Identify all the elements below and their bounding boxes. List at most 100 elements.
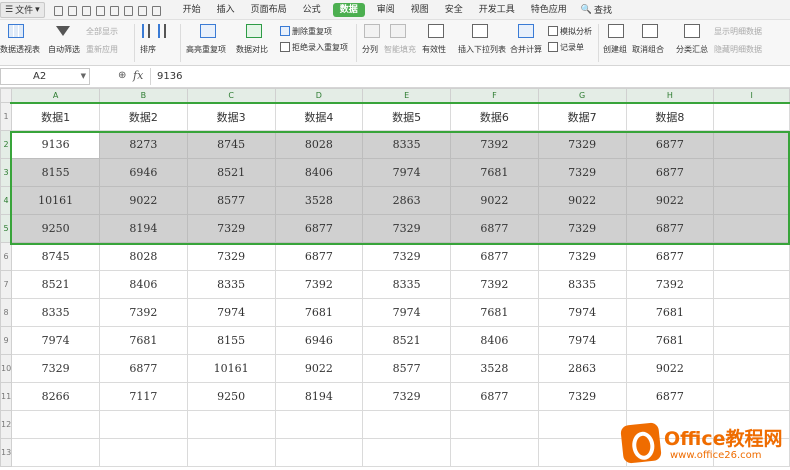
cell-A10[interactable]: 7329 <box>11 354 100 383</box>
cell-I9[interactable] <box>713 326 790 355</box>
column-header-C[interactable]: C <box>186 88 276 103</box>
cell-F13[interactable] <box>450 438 539 467</box>
function-icon[interactable]: fx <box>133 69 143 82</box>
tab-2[interactable]: 页面布局 <box>243 0 295 20</box>
split-column-button[interactable]: 分列 <box>362 44 378 55</box>
cell-E1[interactable]: 数据5 <box>362 102 451 131</box>
tab-6[interactable]: 视图 <box>403 0 437 20</box>
cell-I7[interactable] <box>713 270 790 299</box>
cell-C3[interactable]: 8521 <box>186 158 276 187</box>
cell-F9[interactable]: 8406 <box>450 326 539 355</box>
data-compare-button[interactable]: 数据对比 <box>236 44 268 55</box>
cell-G10[interactable]: 2863 <box>537 354 627 383</box>
cell-D10[interactable]: 9022 <box>274 354 364 383</box>
cell-I1[interactable] <box>713 102 790 131</box>
cell-F2[interactable]: 7392 <box>450 130 539 159</box>
cell-C9[interactable]: 8155 <box>186 326 276 355</box>
cell-F5[interactable]: 6877 <box>450 214 539 243</box>
cell-G4[interactable]: 9022 <box>537 186 627 215</box>
cell-D13[interactable] <box>274 438 364 467</box>
cell-D5[interactable]: 6877 <box>274 214 364 243</box>
cell-E9[interactable]: 8521 <box>362 326 451 355</box>
cell-C8[interactable]: 7974 <box>186 298 276 327</box>
tab-8[interactable]: 开发工具 <box>471 0 523 20</box>
cell-G7[interactable]: 8335 <box>537 270 627 299</box>
cell-D4[interactable]: 3528 <box>274 186 364 215</box>
cell-C10[interactable]: 10161 <box>186 354 276 383</box>
cell-B12[interactable] <box>98 410 188 439</box>
cell-A5[interactable]: 9250 <box>11 214 100 243</box>
cell-E3[interactable]: 7974 <box>362 158 451 187</box>
row-header[interactable]: 11 <box>0 382 13 411</box>
cell-F12[interactable] <box>450 410 539 439</box>
chevron-down-icon[interactable]: ▼ <box>81 69 86 84</box>
cell-C11[interactable]: 9250 <box>186 382 276 411</box>
cell-E8[interactable]: 7974 <box>362 298 451 327</box>
column-header-E[interactable]: E <box>362 88 451 103</box>
cell-C6[interactable]: 7329 <box>186 242 276 271</box>
cell-A9[interactable]: 7974 <box>11 326 100 355</box>
cell-H8[interactable]: 7681 <box>625 298 715 327</box>
cell-B1[interactable]: 数据2 <box>98 102 188 131</box>
cell-F11[interactable]: 6877 <box>450 382 539 411</box>
cell-G5[interactable]: 7329 <box>537 214 627 243</box>
cell-F10[interactable]: 3528 <box>450 354 539 383</box>
cell-G9[interactable]: 7974 <box>537 326 627 355</box>
cell-D12[interactable] <box>274 410 364 439</box>
cell-H11[interactable]: 6877 <box>625 382 715 411</box>
print-icon[interactable] <box>95 5 105 16</box>
cell-C5[interactable]: 7329 <box>186 214 276 243</box>
name-box[interactable]: A2 ▼ <box>0 68 90 85</box>
column-header-H[interactable]: H <box>625 88 715 103</box>
format-painter-icon[interactable] <box>123 5 133 16</box>
cell-E6[interactable]: 7329 <box>362 242 451 271</box>
cell-D2[interactable]: 8028 <box>274 130 364 159</box>
cell-H10[interactable]: 9022 <box>625 354 715 383</box>
cell-B8[interactable]: 7392 <box>98 298 188 327</box>
row-header[interactable]: 12 <box>0 410 13 439</box>
cell-G12[interactable] <box>537 410 627 439</box>
cell-I2[interactable] <box>713 130 790 159</box>
cell-C7[interactable]: 8335 <box>186 270 276 299</box>
cell-D7[interactable]: 7392 <box>274 270 364 299</box>
cell-E2[interactable]: 8335 <box>362 130 451 159</box>
cell-D6[interactable]: 6877 <box>274 242 364 271</box>
cell-F6[interactable]: 6877 <box>450 242 539 271</box>
cell-A8[interactable]: 8335 <box>11 298 100 327</box>
simulate-analysis-button[interactable]: 模拟分析 <box>560 26 592 37</box>
cell-H7[interactable]: 7392 <box>625 270 715 299</box>
undo-icon[interactable] <box>137 5 147 16</box>
print-preview-icon[interactable] <box>109 5 119 16</box>
cell-E13[interactable] <box>362 438 451 467</box>
cell-F7[interactable]: 7392 <box>450 270 539 299</box>
row-header[interactable]: 10 <box>0 354 13 383</box>
cell-H3[interactable]: 6877 <box>625 158 715 187</box>
cell-H5[interactable]: 6877 <box>625 214 715 243</box>
cell-C2[interactable]: 8745 <box>186 130 276 159</box>
tab-5[interactable]: 审阅 <box>369 0 403 20</box>
validity-button[interactable]: 有效性 <box>422 44 446 55</box>
redo-icon[interactable] <box>151 5 161 16</box>
row-header[interactable]: 6 <box>0 242 13 271</box>
column-header-B[interactable]: B <box>98 88 188 103</box>
reapply-button[interactable]: 重新应用 <box>86 44 118 55</box>
cell-B2[interactable]: 8273 <box>98 130 188 159</box>
cell-D9[interactable]: 6946 <box>274 326 364 355</box>
tab-9[interactable]: 特色应用 <box>523 0 575 20</box>
cell-I5[interactable] <box>713 214 790 243</box>
row-header[interactable]: 1 <box>0 102 13 131</box>
cell-E4[interactable]: 2863 <box>362 186 451 215</box>
cell-I11[interactable] <box>713 382 790 411</box>
cell-F4[interactable]: 9022 <box>450 186 539 215</box>
column-header-I[interactable]: I <box>713 88 790 103</box>
record-form-button[interactable]: 记录单 <box>560 42 584 53</box>
cell-C1[interactable]: 数据3 <box>186 102 276 131</box>
cell-A7[interactable]: 8521 <box>11 270 100 299</box>
cell-E7[interactable]: 8335 <box>362 270 451 299</box>
cell-E10[interactable]: 8577 <box>362 354 451 383</box>
tab-1[interactable]: 插入 <box>209 0 243 20</box>
smart-fill-button[interactable]: 智能填充 <box>384 44 416 55</box>
cell-G2[interactable]: 7329 <box>537 130 627 159</box>
cell-H4[interactable]: 9022 <box>625 186 715 215</box>
create-group-button[interactable]: 创建组 <box>603 44 627 55</box>
